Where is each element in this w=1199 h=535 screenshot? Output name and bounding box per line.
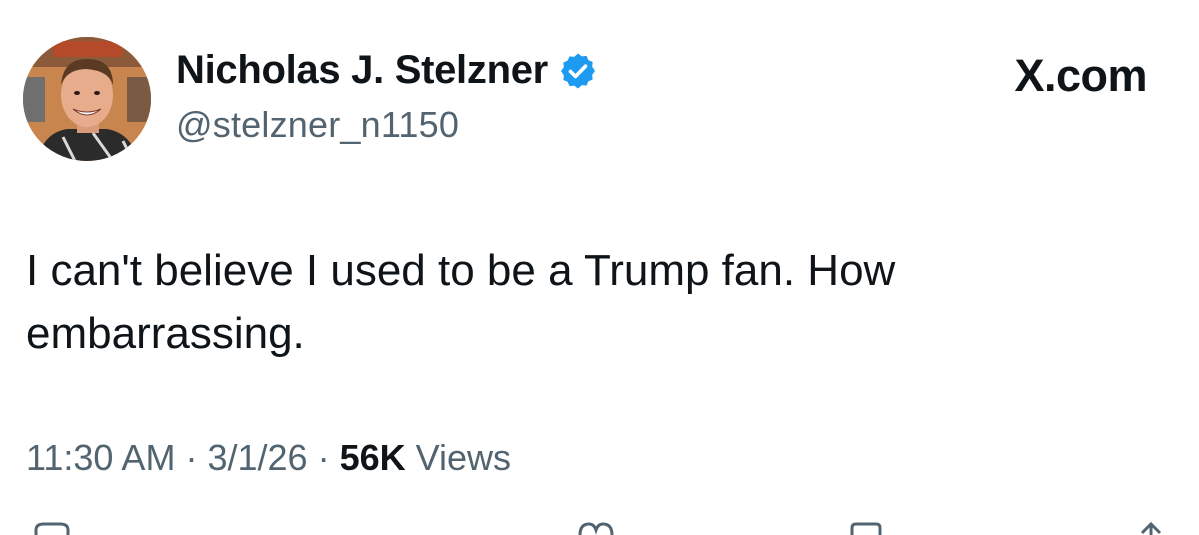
tweet-meta: 11:30 AM · 3/1/26 · 56K Views: [26, 437, 511, 479]
avatar[interactable]: [23, 37, 151, 161]
tweet-text: I can't believe I used to be a Trump fan…: [26, 246, 896, 358]
tweet-date[interactable]: 3/1/26: [207, 437, 307, 478]
brand-logo: X.com: [1014, 50, 1147, 101]
display-name[interactable]: Nicholas J. Stelzner: [176, 48, 548, 93]
bookmark-icon[interactable]: [844, 522, 888, 535]
share-icon[interactable]: [1136, 522, 1166, 535]
tweet-time[interactable]: 11:30 AM: [26, 437, 175, 478]
author-row: Nicholas J. Stelzner: [176, 48, 598, 93]
views-count: 56K: [339, 437, 406, 478]
verified-badge-icon[interactable]: [558, 51, 598, 91]
meta-separator: ·: [185, 437, 198, 478]
profile-photo: [23, 37, 151, 161]
meta-separator: ·: [317, 437, 330, 478]
like-icon[interactable]: [574, 522, 618, 535]
reply-icon[interactable]: [30, 522, 74, 535]
views-label: Views: [415, 437, 512, 478]
author-handle[interactable]: @stelzner_n1150: [176, 104, 459, 146]
action-bar: [0, 522, 1199, 535]
